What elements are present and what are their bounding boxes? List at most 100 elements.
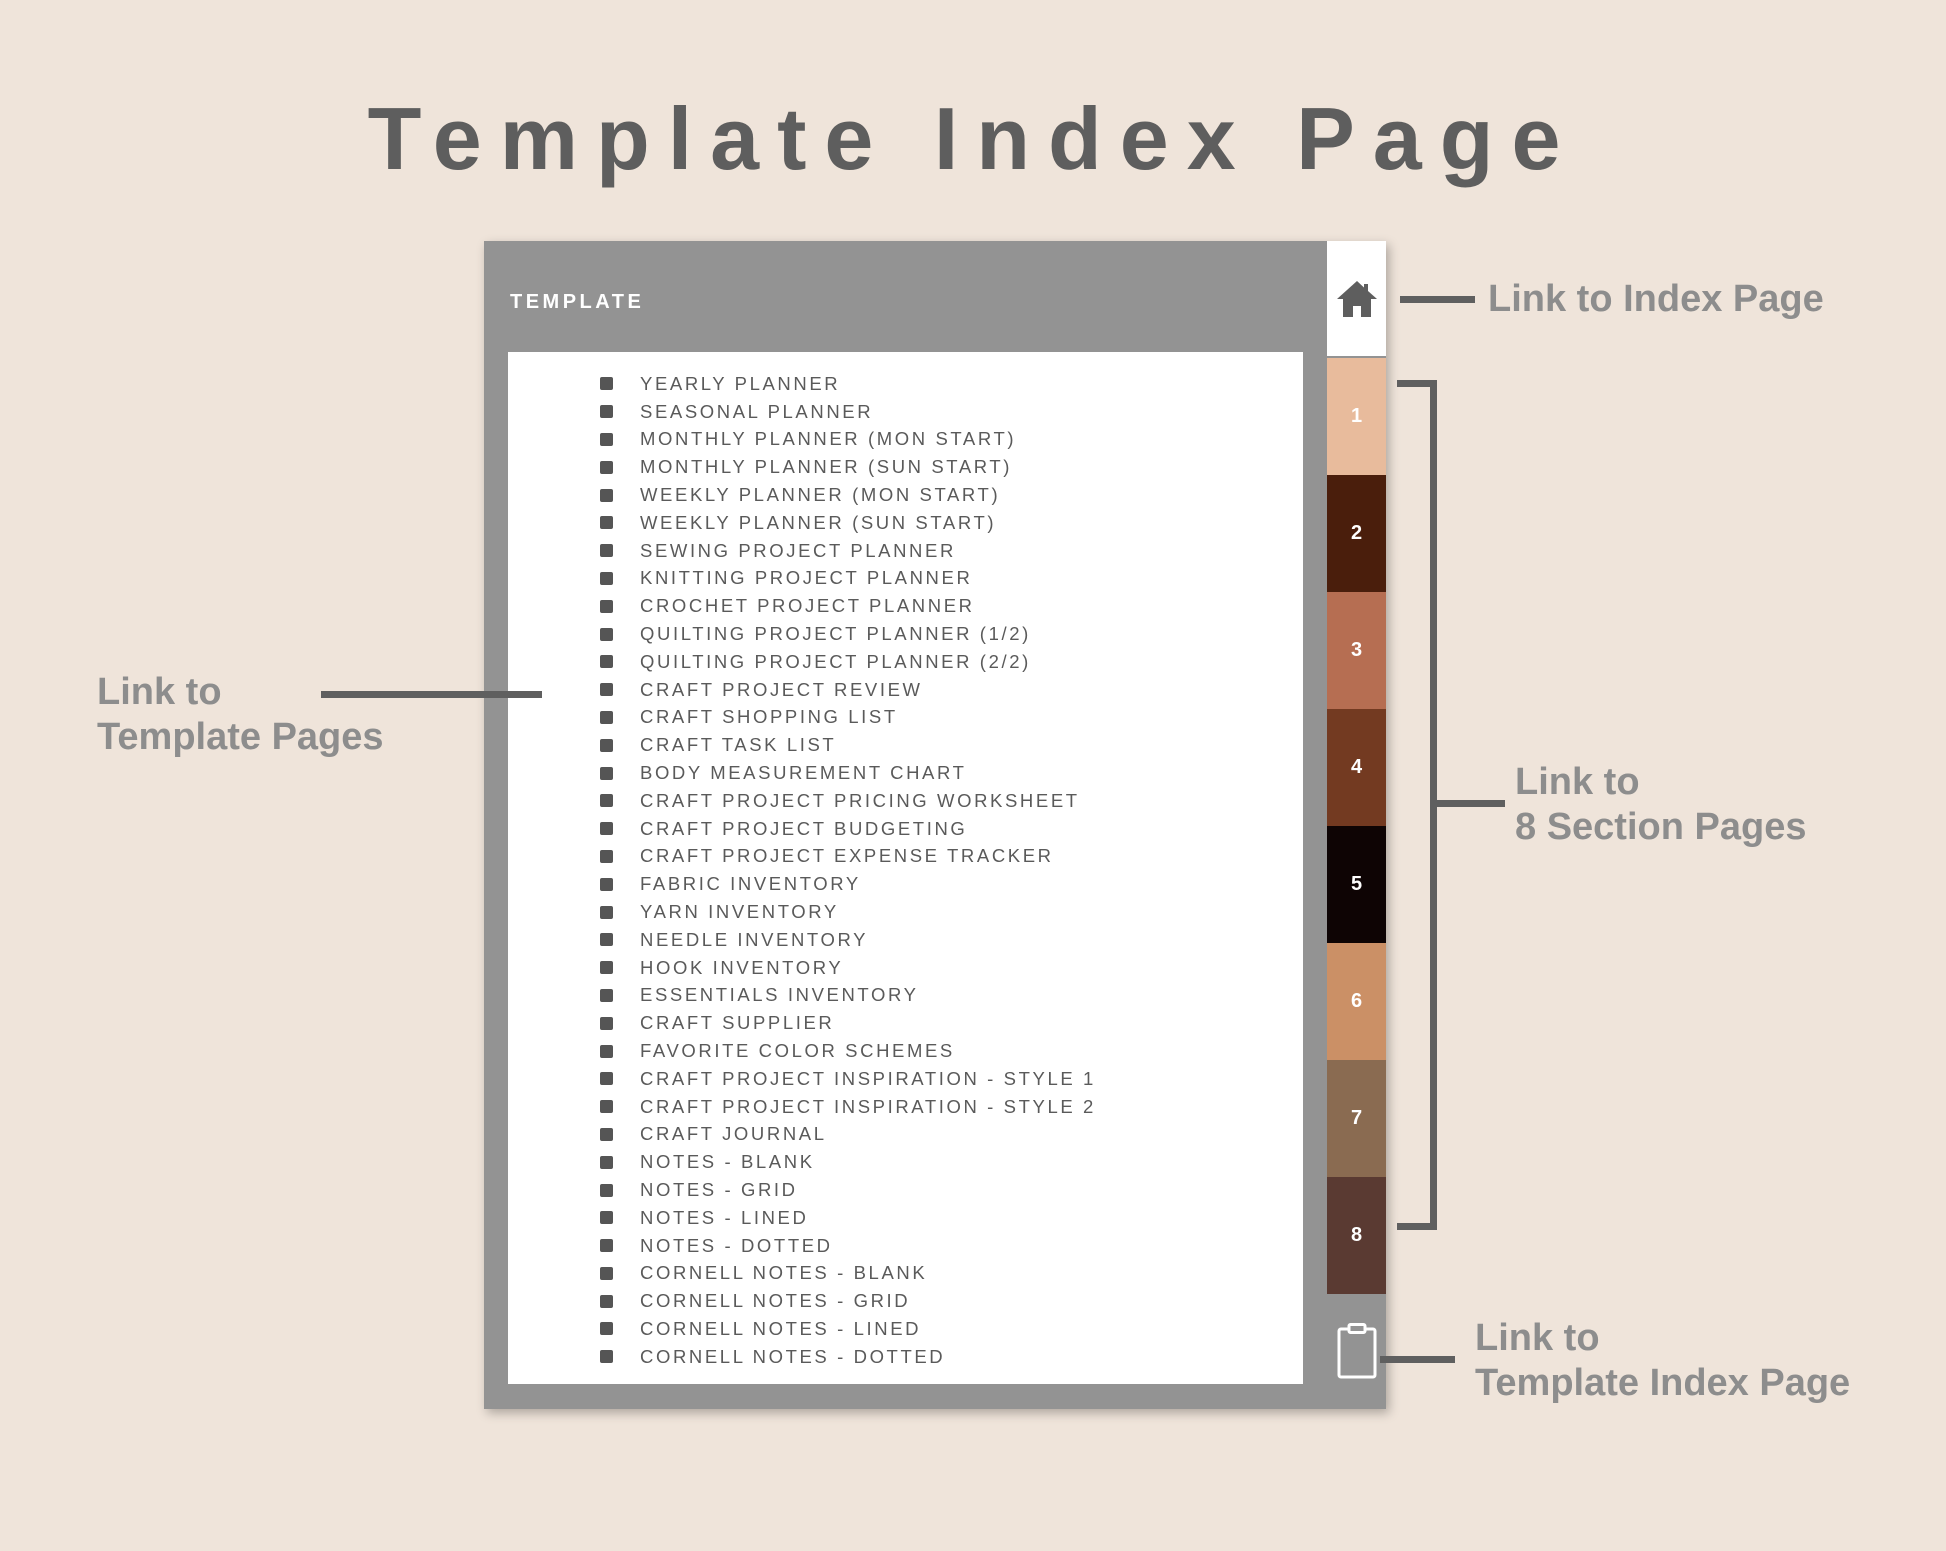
template-list-item[interactable]: FAVORITE COLOR SCHEMES: [600, 1037, 1096, 1065]
template-pages-label-line1: Link to: [97, 671, 222, 713]
template-list-item[interactable]: CROCHET PROJECT PLANNER: [600, 592, 1096, 620]
template-list-item[interactable]: CORNELL NOTES - GRID: [600, 1287, 1096, 1315]
bullet-icon: [600, 1350, 613, 1364]
template-list-item-label: KNITTING PROJECT PLANNER: [640, 567, 973, 589]
template-list-item[interactable]: CRAFT PROJECT REVIEW: [600, 676, 1096, 704]
bullet-icon: [600, 1239, 613, 1253]
template-pages-connector: [321, 691, 542, 698]
template-list-item-label: CORNELL NOTES - LINED: [640, 1317, 922, 1339]
template-list-item[interactable]: CORNELL NOTES - LINED: [600, 1315, 1096, 1343]
template-list-item[interactable]: YEARLY PLANNER: [600, 370, 1096, 398]
template-list-item[interactable]: QUILTING PROJECT PLANNER (1/2): [600, 620, 1096, 648]
section-tab-label: 8: [1350, 1224, 1363, 1246]
template-list-item[interactable]: CRAFT TASK LIST: [600, 731, 1096, 759]
template-list-item[interactable]: QUILTING PROJECT PLANNER (2/2): [600, 648, 1096, 676]
bullet-icon: [600, 1100, 613, 1114]
section-tab-7[interactable]: 7: [1327, 1060, 1386, 1177]
template-list-item[interactable]: WEEKLY PLANNER (MON START): [600, 481, 1096, 509]
template-list-item-label: CRAFT TASK LIST: [640, 734, 837, 756]
home-icon: [1336, 280, 1377, 317]
bullet-icon: [600, 655, 613, 669]
section-tab-label: 1: [1350, 405, 1363, 427]
template-index-tab[interactable]: [1327, 1293, 1386, 1409]
section-tab-5[interactable]: 5: [1327, 826, 1386, 943]
template-list-item-label: NOTES - DOTTED: [640, 1234, 833, 1256]
section-tab-2[interactable]: 2: [1327, 475, 1386, 592]
template-list-item-label: ESSENTIALS INVENTORY: [640, 984, 919, 1006]
template-list-item[interactable]: CRAFT SHOPPING LIST: [600, 704, 1096, 732]
section-tab-3[interactable]: 3: [1327, 592, 1386, 709]
template-list-item-label: CRAFT SUPPLIER: [640, 1012, 835, 1034]
bullet-icon: [600, 544, 613, 558]
template-list-item-label: CROCHET PROJECT PLANNER: [640, 595, 975, 617]
template-list-item-label: FAVORITE COLOR SCHEMES: [640, 1040, 955, 1062]
template-list-item-label: CRAFT PROJECT BUDGETING: [640, 817, 968, 839]
bullet-icon: [600, 905, 613, 919]
bullet-icon: [600, 877, 613, 891]
template-list-item-label: CRAFT PROJECT EXPENSE TRACKER: [640, 845, 1054, 867]
template-list-item[interactable]: CRAFT PROJECT INSPIRATION - STYLE 2: [600, 1093, 1096, 1121]
bullet-icon: [600, 710, 613, 724]
template-index-label-line1: Link to: [1475, 1317, 1600, 1359]
template-list-item[interactable]: WEEKLY PLANNER (SUN START): [600, 509, 1096, 537]
template-list-item[interactable]: MONTHLY PLANNER (SUN START): [600, 453, 1096, 481]
template-list-item[interactable]: CRAFT SUPPLIER: [600, 1009, 1096, 1037]
template-list-item[interactable]: NEEDLE INVENTORY: [600, 926, 1096, 954]
bullet-icon: [600, 988, 613, 1002]
template-list-item[interactable]: CRAFT PROJECT INSPIRATION - STYLE 1: [600, 1065, 1096, 1093]
bullet-icon: [600, 1294, 613, 1308]
template-list-item-label: CORNELL NOTES - GRID: [640, 1290, 911, 1312]
bullet-icon: [600, 961, 613, 975]
section-pages-label-line2: 8 Section Pages: [1515, 806, 1807, 848]
template-list-item[interactable]: MONTHLY PLANNER (MON START): [600, 426, 1096, 454]
template-list-item-label: NOTES - LINED: [640, 1206, 809, 1228]
template-list-item-label: WEEKLY PLANNER (MON START): [640, 484, 1001, 506]
bullet-icon: [600, 1072, 613, 1086]
index-page-connector: [1400, 296, 1475, 303]
template-list-item[interactable]: NOTES - DOTTED: [600, 1232, 1096, 1260]
section-tab-label: 4: [1350, 756, 1363, 778]
template-list-item[interactable]: FABRIC INVENTORY: [600, 870, 1096, 898]
bullet-icon: [600, 571, 613, 585]
template-list-item-label: BODY MEASUREMENT CHART: [640, 762, 967, 784]
bullet-icon: [600, 738, 613, 752]
home-tab[interactable]: [1327, 241, 1386, 356]
section-tab-label: 5: [1350, 873, 1363, 895]
template-list-item[interactable]: CRAFT JOURNAL: [600, 1121, 1096, 1149]
template-list-item[interactable]: BODY MEASUREMENT CHART: [600, 759, 1096, 787]
section-bracket-vertical: [1430, 380, 1437, 1230]
template-list-item[interactable]: NOTES - GRID: [600, 1176, 1096, 1204]
template-list-item-label: QUILTING PROJECT PLANNER (1/2): [640, 623, 1031, 645]
template-list-item-label: SEASONAL PLANNER: [640, 400, 874, 422]
bullet-icon: [600, 460, 613, 474]
section-tab-1[interactable]: 1: [1327, 358, 1386, 475]
template-list-item[interactable]: CRAFT PROJECT BUDGETING: [600, 815, 1096, 843]
template-list-item[interactable]: HOOK INVENTORY: [600, 954, 1096, 982]
bullet-icon: [600, 794, 613, 808]
bullet-icon: [600, 1211, 613, 1225]
template-list-item[interactable]: ESSENTIALS INVENTORY: [600, 982, 1096, 1010]
index-page-label: Link to Index Page: [1488, 278, 1824, 320]
template-list-item[interactable]: CRAFT PROJECT EXPENSE TRACKER: [600, 843, 1096, 871]
section-tab-6[interactable]: 6: [1327, 943, 1386, 1060]
template-list-item[interactable]: CORNELL NOTES - BLANK: [600, 1260, 1096, 1288]
section-pages-label-line1: Link to: [1515, 761, 1640, 803]
template-list-item[interactable]: NOTES - BLANK: [600, 1148, 1096, 1176]
page-title: Template Index Page: [367, 89, 1579, 188]
template-list-item[interactable]: NOTES - LINED: [600, 1204, 1096, 1232]
section-tab-8[interactable]: 8: [1327, 1177, 1386, 1294]
template-list-item-label: CORNELL NOTES - BLANK: [640, 1262, 928, 1284]
template-list-item[interactable]: KNITTING PROJECT PLANNER: [600, 565, 1096, 593]
bullet-icon: [600, 488, 613, 502]
clipboard-icon: [1337, 1323, 1376, 1379]
template-list-item[interactable]: CRAFT PROJECT PRICING WORKSHEET: [600, 787, 1096, 815]
template-index-label-line2: Template Index Page: [1475, 1362, 1851, 1404]
template-list-item[interactable]: YARN INVENTORY: [600, 898, 1096, 926]
section-tab-4[interactable]: 4: [1327, 709, 1386, 826]
template-list-item[interactable]: CORNELL NOTES - DOTTED: [600, 1343, 1096, 1371]
template-list-item[interactable]: SEASONAL PLANNER: [600, 398, 1096, 426]
template-list-item[interactable]: SEWING PROJECT PLANNER: [600, 537, 1096, 565]
device-header: TEMPLATE: [510, 291, 645, 313]
template-list-item-label: CRAFT PROJECT INSPIRATION - STYLE 1: [640, 1067, 1096, 1089]
section-bracket-bottom: [1397, 1223, 1437, 1230]
